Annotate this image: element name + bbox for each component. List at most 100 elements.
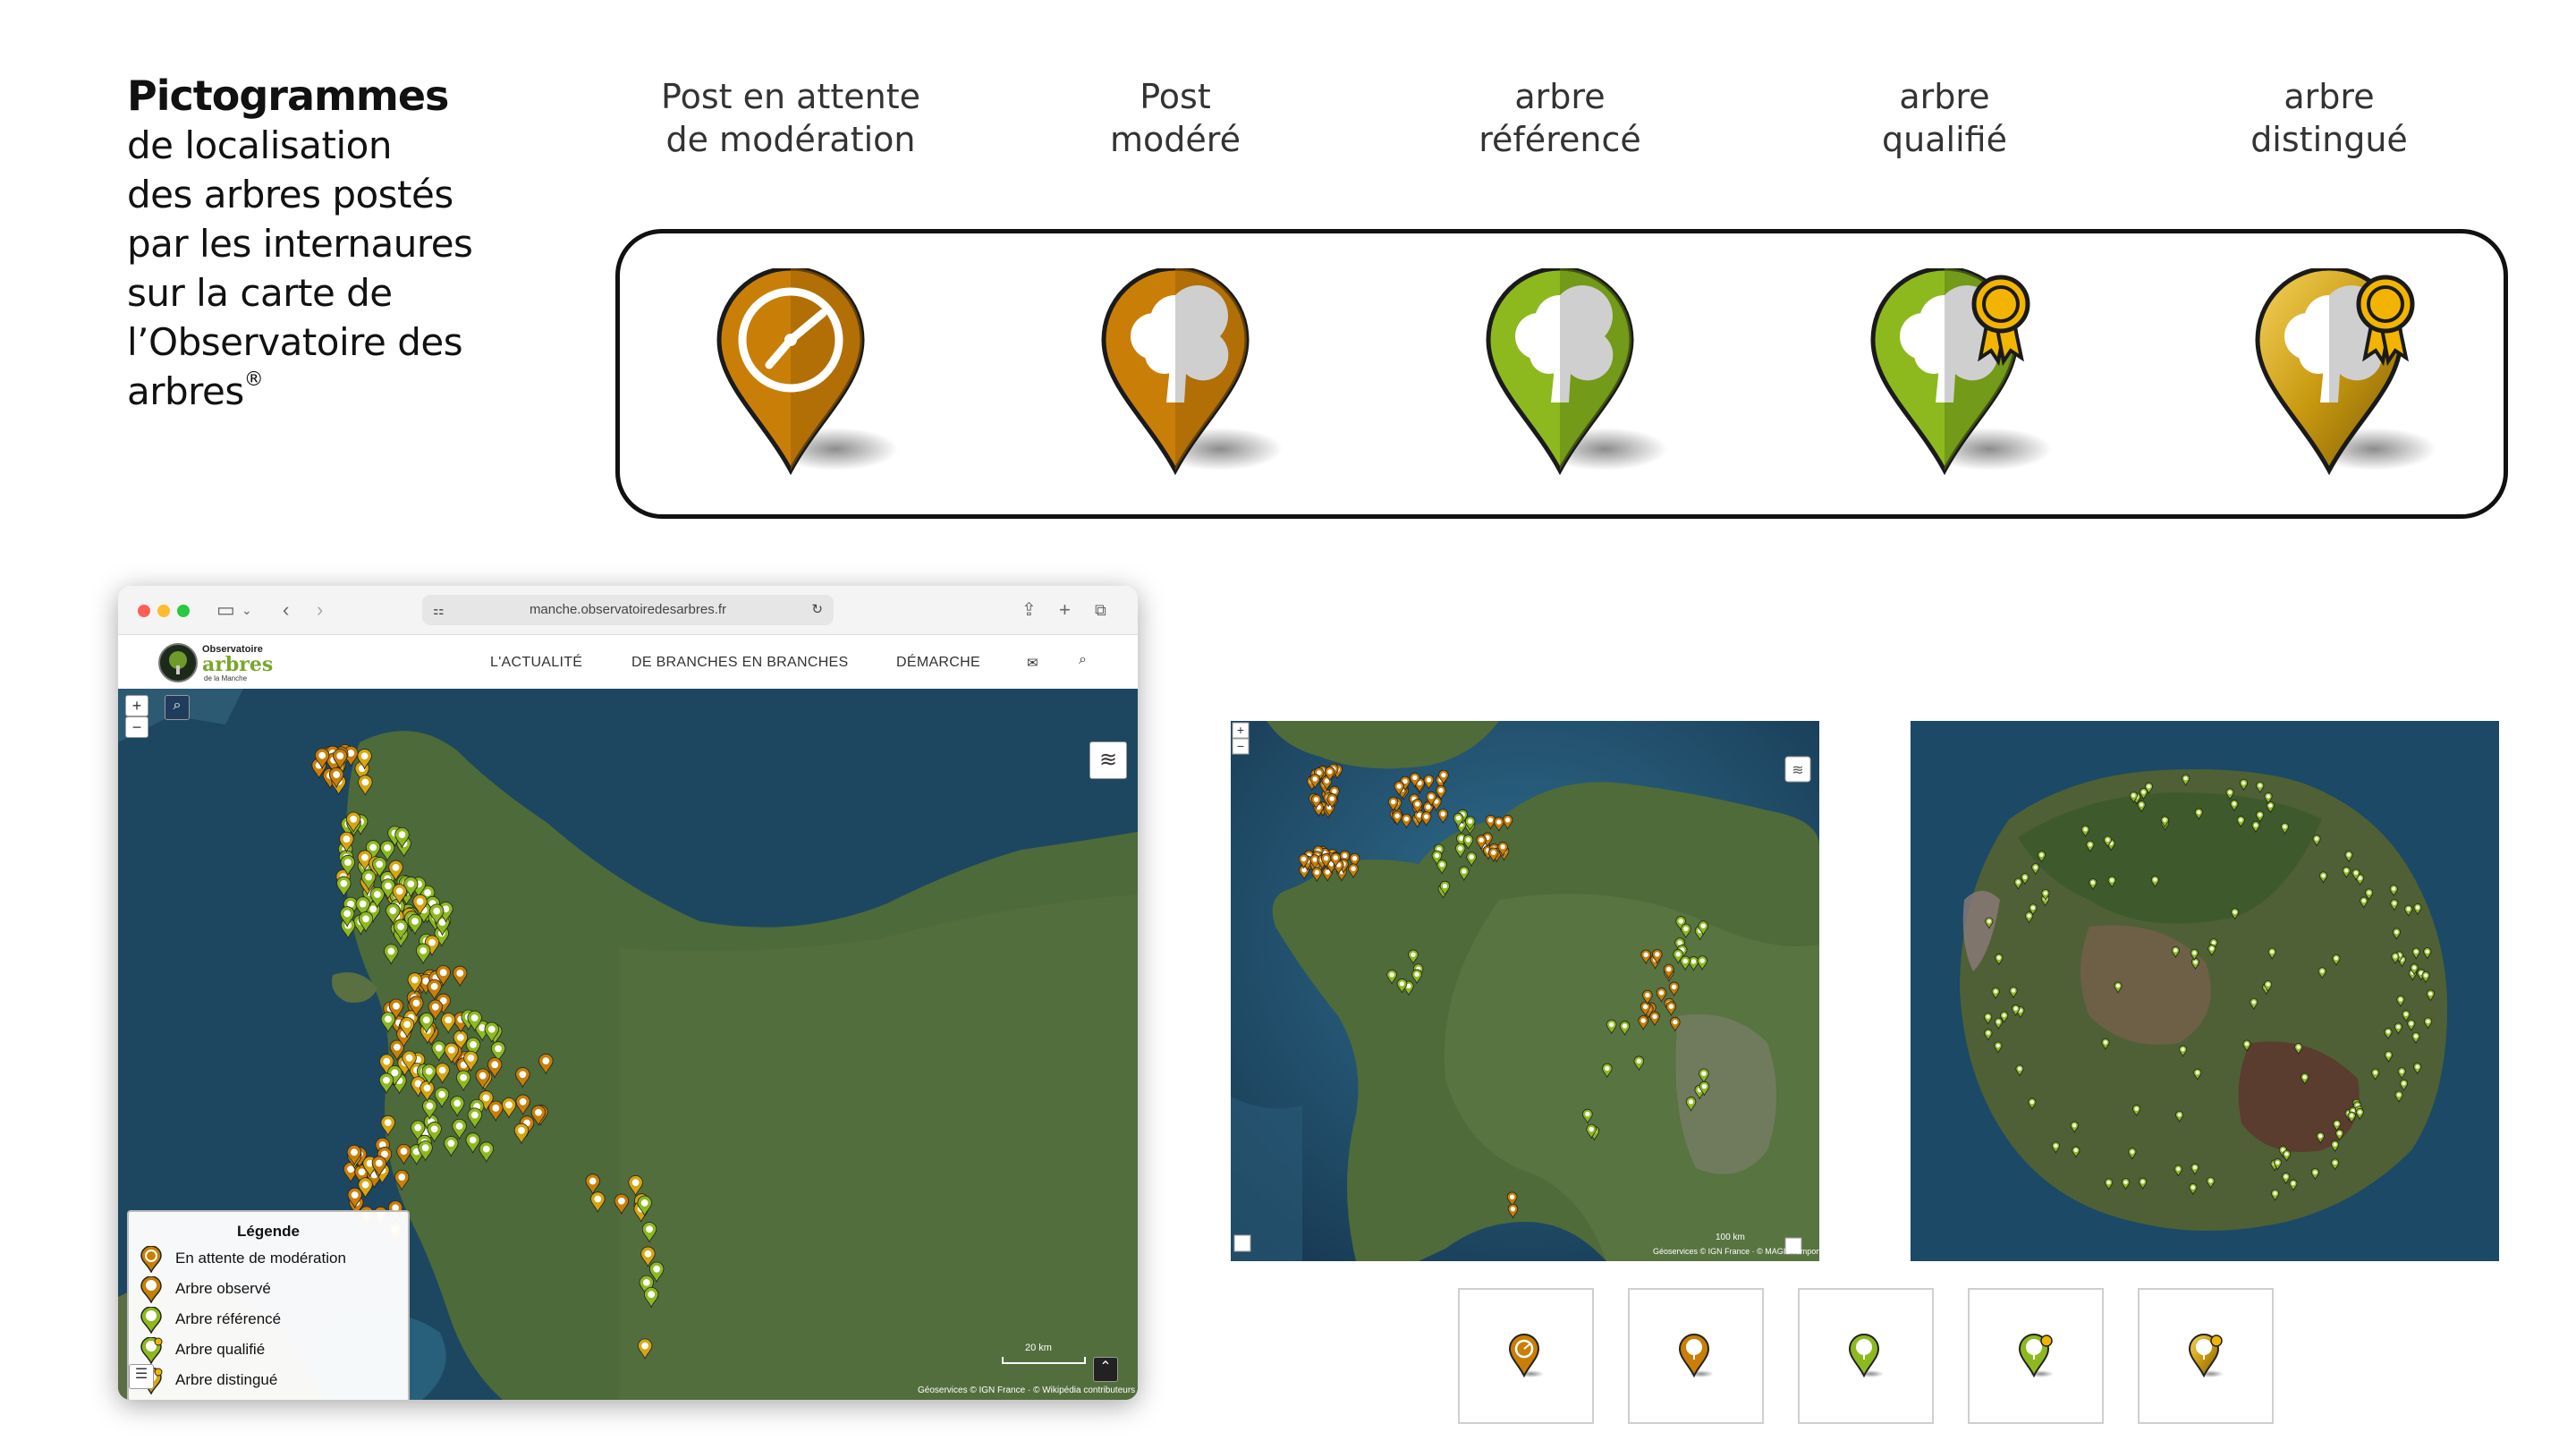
map-marker-dot <box>2386 1053 2391 1057</box>
map-marker-dot <box>1510 1206 1516 1212</box>
map-marker-dot <box>2176 1166 2181 1172</box>
map-marker-dot <box>1411 952 1416 958</box>
map-marker-dot <box>2358 876 2362 880</box>
zoom-in-button[interactable]: + <box>125 695 148 716</box>
map-marker-dot <box>361 1181 369 1189</box>
map-marker-dot <box>419 946 428 954</box>
map-marker-dot <box>397 923 404 930</box>
map-marker-dot <box>2011 988 2016 993</box>
layers-icon[interactable]: ≋ <box>1089 741 1127 779</box>
map-france[interactable]: + − ≋ <box>1231 721 1819 1261</box>
svg-text:−: − <box>1237 739 1244 753</box>
legend-toggle-icon[interactable] <box>1233 1234 1251 1252</box>
legend-item: Arbre qualifié <box>140 1336 265 1365</box>
map-marker-dot <box>439 969 447 977</box>
map-marker-dot <box>318 751 326 759</box>
sidebar-toggle-icon[interactable]: ▭ <box>216 598 235 622</box>
site-logo-icon[interactable] <box>157 642 199 683</box>
geolocate-search-icon[interactable]: ⌕ <box>165 695 190 720</box>
minimize-window-button[interactable] <box>157 605 170 617</box>
map-marker-dot <box>1658 990 1665 996</box>
legend-qualified-pin-icon <box>140 1336 163 1365</box>
map-marker-dot <box>400 1148 408 1156</box>
forward-arrow-icon[interactable]: › <box>317 598 323 622</box>
map-marker-dot <box>369 843 377 852</box>
map-marker-dot <box>644 1250 652 1258</box>
intro-line: sur la carte de <box>127 271 393 315</box>
map-marker-dot <box>392 863 400 871</box>
map-marker-dot <box>1426 804 1431 809</box>
map-marker-dot <box>2251 1000 2256 1004</box>
close-window-button[interactable] <box>138 605 150 617</box>
map-marker-dot <box>2392 886 2396 891</box>
map-marker-dot <box>1428 793 1434 800</box>
map-marker-dot <box>519 1071 527 1079</box>
nav-actualite[interactable]: L'ACTUALITÉ <box>490 655 582 671</box>
maximize-window-button[interactable] <box>177 605 190 617</box>
nav-de-branches-en-branches[interactable]: DE BRANCHES EN BRANCHES <box>631 655 849 671</box>
zoom-out-button[interactable]: − <box>125 716 148 738</box>
map-marker-dot <box>362 915 369 923</box>
url-bar[interactable]: ⚏ manche.observatoiredesarbres.fr ↻ <box>422 595 834 625</box>
svg-text:≋: ≋ <box>1792 761 1803 778</box>
map-marker-dot <box>2398 997 2402 1002</box>
scroll-top-icon[interactable]: ⌃ <box>1093 1357 1118 1382</box>
map-marker-dot <box>519 1097 527 1106</box>
legend-label: En attente de modération <box>175 1250 346 1267</box>
map-marker-dot <box>2147 784 2151 789</box>
map-marker-dot <box>487 1025 496 1033</box>
new-tab-icon[interactable]: + <box>1059 598 1071 622</box>
map-marker-dot <box>2130 1149 2134 1154</box>
map-marker-dot <box>2033 865 2038 869</box>
map-marker-dot <box>2396 1024 2401 1030</box>
france-map-attribution: Géoservices © IGN France · © MAGIS rempo… <box>1653 1247 1826 1256</box>
nav-demarche[interactable]: DÉMARCHE <box>896 655 980 671</box>
tile-moderated <box>1628 1288 1764 1424</box>
map-marker-dot <box>456 970 464 977</box>
tabs-overview-icon[interactable]: ⧉ <box>1095 598 1106 622</box>
map-marker-dot <box>1458 845 1463 852</box>
map-marker-dot <box>2396 1092 2402 1097</box>
share-icon[interactable]: ⇪ <box>1021 598 1037 622</box>
tile-distinguished <box>2138 1288 2274 1424</box>
tree-pin-orange-icon <box>1101 268 1283 476</box>
map-marker-dot <box>1996 955 2001 960</box>
map-marker-dot <box>1622 1023 1628 1029</box>
map-marker-dot <box>1467 818 1473 824</box>
map-marker-dot <box>398 831 406 839</box>
legend-referenced-pin-icon <box>140 1306 162 1335</box>
map-marker-dot <box>1642 1004 1648 1010</box>
url-text: manche.observatoiredesarbres.fr <box>529 602 727 617</box>
map-marker-dot <box>1996 1043 2000 1048</box>
map-reunion[interactable] <box>1911 721 2499 1261</box>
map-marker-dot <box>1491 850 1496 855</box>
mail-icon[interactable]: ✉ <box>1027 655 1038 671</box>
map-marker-dot <box>2090 880 2096 885</box>
map-marker-dot <box>2253 823 2258 827</box>
back-arrow-icon[interactable]: ‹ <box>283 598 289 622</box>
intro-line: de localisation <box>127 123 392 167</box>
map-marker-dot <box>2013 1006 2018 1011</box>
page-settings-icon[interactable]: ⚏ <box>433 595 445 625</box>
chevron-down-icon[interactable]: ⌄ <box>242 598 252 622</box>
map-marker-dot <box>1414 801 1420 807</box>
map-marker-dot <box>2333 1142 2337 1147</box>
search-icon[interactable]: ⌕ <box>1079 652 1087 668</box>
map-marker-dot <box>467 1055 475 1062</box>
map-marker-dot <box>431 1003 439 1011</box>
legend-label: Arbre qualifié <box>175 1341 266 1358</box>
map-marker-dot <box>2140 802 2144 807</box>
map-marker-dot <box>646 1225 653 1233</box>
map-marker-dot <box>343 910 352 918</box>
reload-icon[interactable]: ↻ <box>811 595 823 625</box>
caption-line: arbre <box>2284 77 2375 116</box>
map-marker-dot <box>2273 1191 2277 1196</box>
map-marker-dot <box>2103 1040 2108 1045</box>
map-marker-dot <box>447 1046 455 1054</box>
map-marker-dot <box>412 999 420 1007</box>
map-marker-dot <box>424 889 432 896</box>
map-marker-dot <box>1434 852 1440 859</box>
legend-toggle-icon[interactable]: ☰ <box>129 1364 154 1389</box>
map-marker-dot <box>1609 1021 1614 1028</box>
intro-line: des arbres postés <box>127 173 453 216</box>
